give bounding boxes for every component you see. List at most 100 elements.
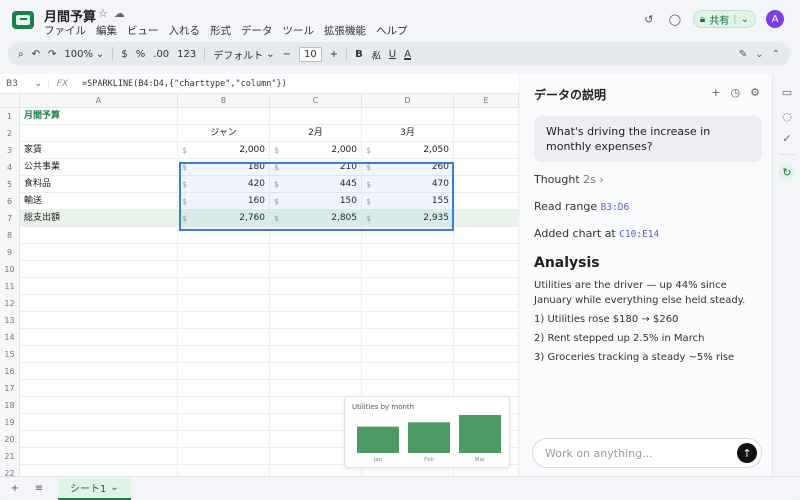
menu-format[interactable]: 形式 [210, 23, 231, 38]
grid-cell[interactable] [454, 261, 519, 278]
grid-cell[interactable] [20, 431, 178, 448]
grid-cell[interactable] [20, 227, 178, 244]
grid-cell[interactable] [178, 363, 270, 380]
grid-cell[interactable] [178, 414, 270, 431]
pencil-icon[interactable]: ✎ [739, 49, 747, 60]
number-format-button[interactable]: 123 [177, 49, 196, 60]
month-header-cell[interactable]: 2月 [270, 125, 362, 142]
amount-cell[interactable]: $150 [270, 193, 362, 210]
total-amount-cell[interactable]: $2,805 [270, 210, 362, 227]
amount-cell[interactable]: $2,050 [362, 142, 454, 159]
grid-cell[interactable] [270, 108, 362, 125]
grid-cell[interactable] [20, 346, 178, 363]
row-header[interactable]: 3 [0, 142, 20, 159]
chat-input[interactable]: Work on anything... ↑ [532, 438, 762, 468]
menu-tools[interactable]: ツール [283, 23, 315, 38]
grid-cell[interactable] [362, 312, 454, 329]
lightbulb-icon[interactable]: ◌ [779, 108, 795, 124]
menu-extensions[interactable]: 拡張機能 [324, 23, 366, 38]
percent-format-button[interactable]: % [136, 49, 146, 60]
row-header[interactable]: 17 [0, 380, 20, 397]
grid-cell[interactable] [454, 227, 519, 244]
row-header[interactable]: 10 [0, 261, 20, 278]
total-amount-cell[interactable]: $2,935 [362, 210, 454, 227]
grid-cell[interactable] [362, 278, 454, 295]
redo-icon[interactable]: ↷ [48, 49, 56, 60]
row-header[interactable]: 2 [0, 125, 20, 142]
font-size-input[interactable]: 10 [299, 46, 322, 62]
grid-cell[interactable] [20, 295, 178, 312]
grid-cell[interactable] [362, 227, 454, 244]
grid-cell[interactable] [270, 261, 362, 278]
row-header[interactable]: 1 [0, 108, 20, 125]
grid-cell[interactable] [270, 295, 362, 312]
column-header-d[interactable]: D [362, 94, 454, 108]
grid-cell[interactable] [454, 346, 519, 363]
grid-cell[interactable] [362, 380, 454, 397]
row-header[interactable]: 13 [0, 312, 20, 329]
row-header[interactable]: 6 [0, 193, 20, 210]
read-range-value[interactable]: B3:D6 [601, 202, 630, 213]
menu-view[interactable]: ビュー [127, 23, 159, 38]
row-header[interactable]: 18 [0, 397, 20, 414]
share-button[interactable]: 🔒︎ 共有 | ⌄ [692, 10, 756, 28]
category-cell[interactable]: 輸送 [20, 193, 178, 210]
grid-cell[interactable] [270, 329, 362, 346]
ai-assistant-icon[interactable]: ↻ [779, 164, 795, 180]
row-header[interactable]: 12 [0, 295, 20, 312]
sheet-title-cell[interactable]: 月間予算 [20, 108, 178, 125]
column-header-a[interactable]: A [20, 94, 178, 108]
month-header-cell[interactable]: ジャン [178, 125, 270, 142]
row-header[interactable]: 14 [0, 329, 20, 346]
grid-cell[interactable] [454, 142, 519, 159]
menu-help[interactable]: ヘルプ [376, 23, 408, 38]
grid-cell[interactable] [362, 363, 454, 380]
check-circle-icon[interactable]: ✓ [779, 130, 795, 146]
plus-icon[interactable]: + [711, 86, 720, 99]
gear-icon[interactable]: ⚙ [750, 86, 760, 99]
grid-cell[interactable] [362, 244, 454, 261]
grid-cell[interactable] [178, 295, 270, 312]
grid-cell[interactable] [20, 244, 178, 261]
amount-cell[interactable]: $420 [178, 176, 270, 193]
undo-icon[interactable]: ↶ [32, 49, 40, 60]
grid-cell[interactable] [178, 380, 270, 397]
row-header[interactable]: 7 [0, 210, 20, 227]
amount-cell[interactable]: $210 [270, 159, 362, 176]
grid-cell[interactable] [20, 380, 178, 397]
row-header[interactable]: 20 [0, 431, 20, 448]
category-cell[interactable]: 食料品 [20, 176, 178, 193]
sheet-tab[interactable]: シート1 ⌄ [58, 477, 131, 500]
grid-cell[interactable] [454, 193, 519, 210]
row-header[interactable]: 9 [0, 244, 20, 261]
star-icon[interactable]: ☆ [98, 7, 108, 20]
row-header[interactable]: 21 [0, 448, 20, 465]
row-header[interactable]: 8 [0, 227, 20, 244]
embedded-chart[interactable]: Utilities by month Jan Feb Mar [344, 396, 510, 468]
grid-cell[interactable] [454, 312, 519, 329]
amount-cell[interactable]: $260 [362, 159, 454, 176]
all-sheets-icon[interactable]: ≡ [30, 483, 48, 494]
font-size-increase-button[interactable]: + [330, 49, 338, 60]
amount-cell[interactable]: $2,000 [178, 142, 270, 159]
row-header[interactable]: 19 [0, 414, 20, 431]
comment-icon[interactable]: ◯ [667, 11, 683, 27]
history-icon[interactable]: ↺ [641, 11, 657, 27]
amount-cell[interactable]: $160 [178, 193, 270, 210]
grid-cell[interactable] [178, 329, 270, 346]
grid-cell[interactable] [178, 244, 270, 261]
grid-cell[interactable] [20, 363, 178, 380]
chevron-down-icon[interactable]: ⌄ [741, 14, 749, 25]
thought-row[interactable]: Thought 2s › [534, 173, 604, 186]
grid-cell[interactable] [270, 278, 362, 295]
menu-edit[interactable]: 編集 [96, 23, 117, 38]
amount-cell[interactable]: $470 [362, 176, 454, 193]
grid-cell[interactable] [20, 448, 178, 465]
select-all-corner[interactable] [0, 94, 20, 108]
bold-button[interactable]: B [355, 49, 363, 60]
row-header[interactable]: 4 [0, 159, 20, 176]
grid-cell[interactable] [20, 414, 178, 431]
grid-cell[interactable] [454, 295, 519, 312]
total-amount-cell[interactable]: $2,760 [178, 210, 270, 227]
grid-cell[interactable] [178, 448, 270, 465]
